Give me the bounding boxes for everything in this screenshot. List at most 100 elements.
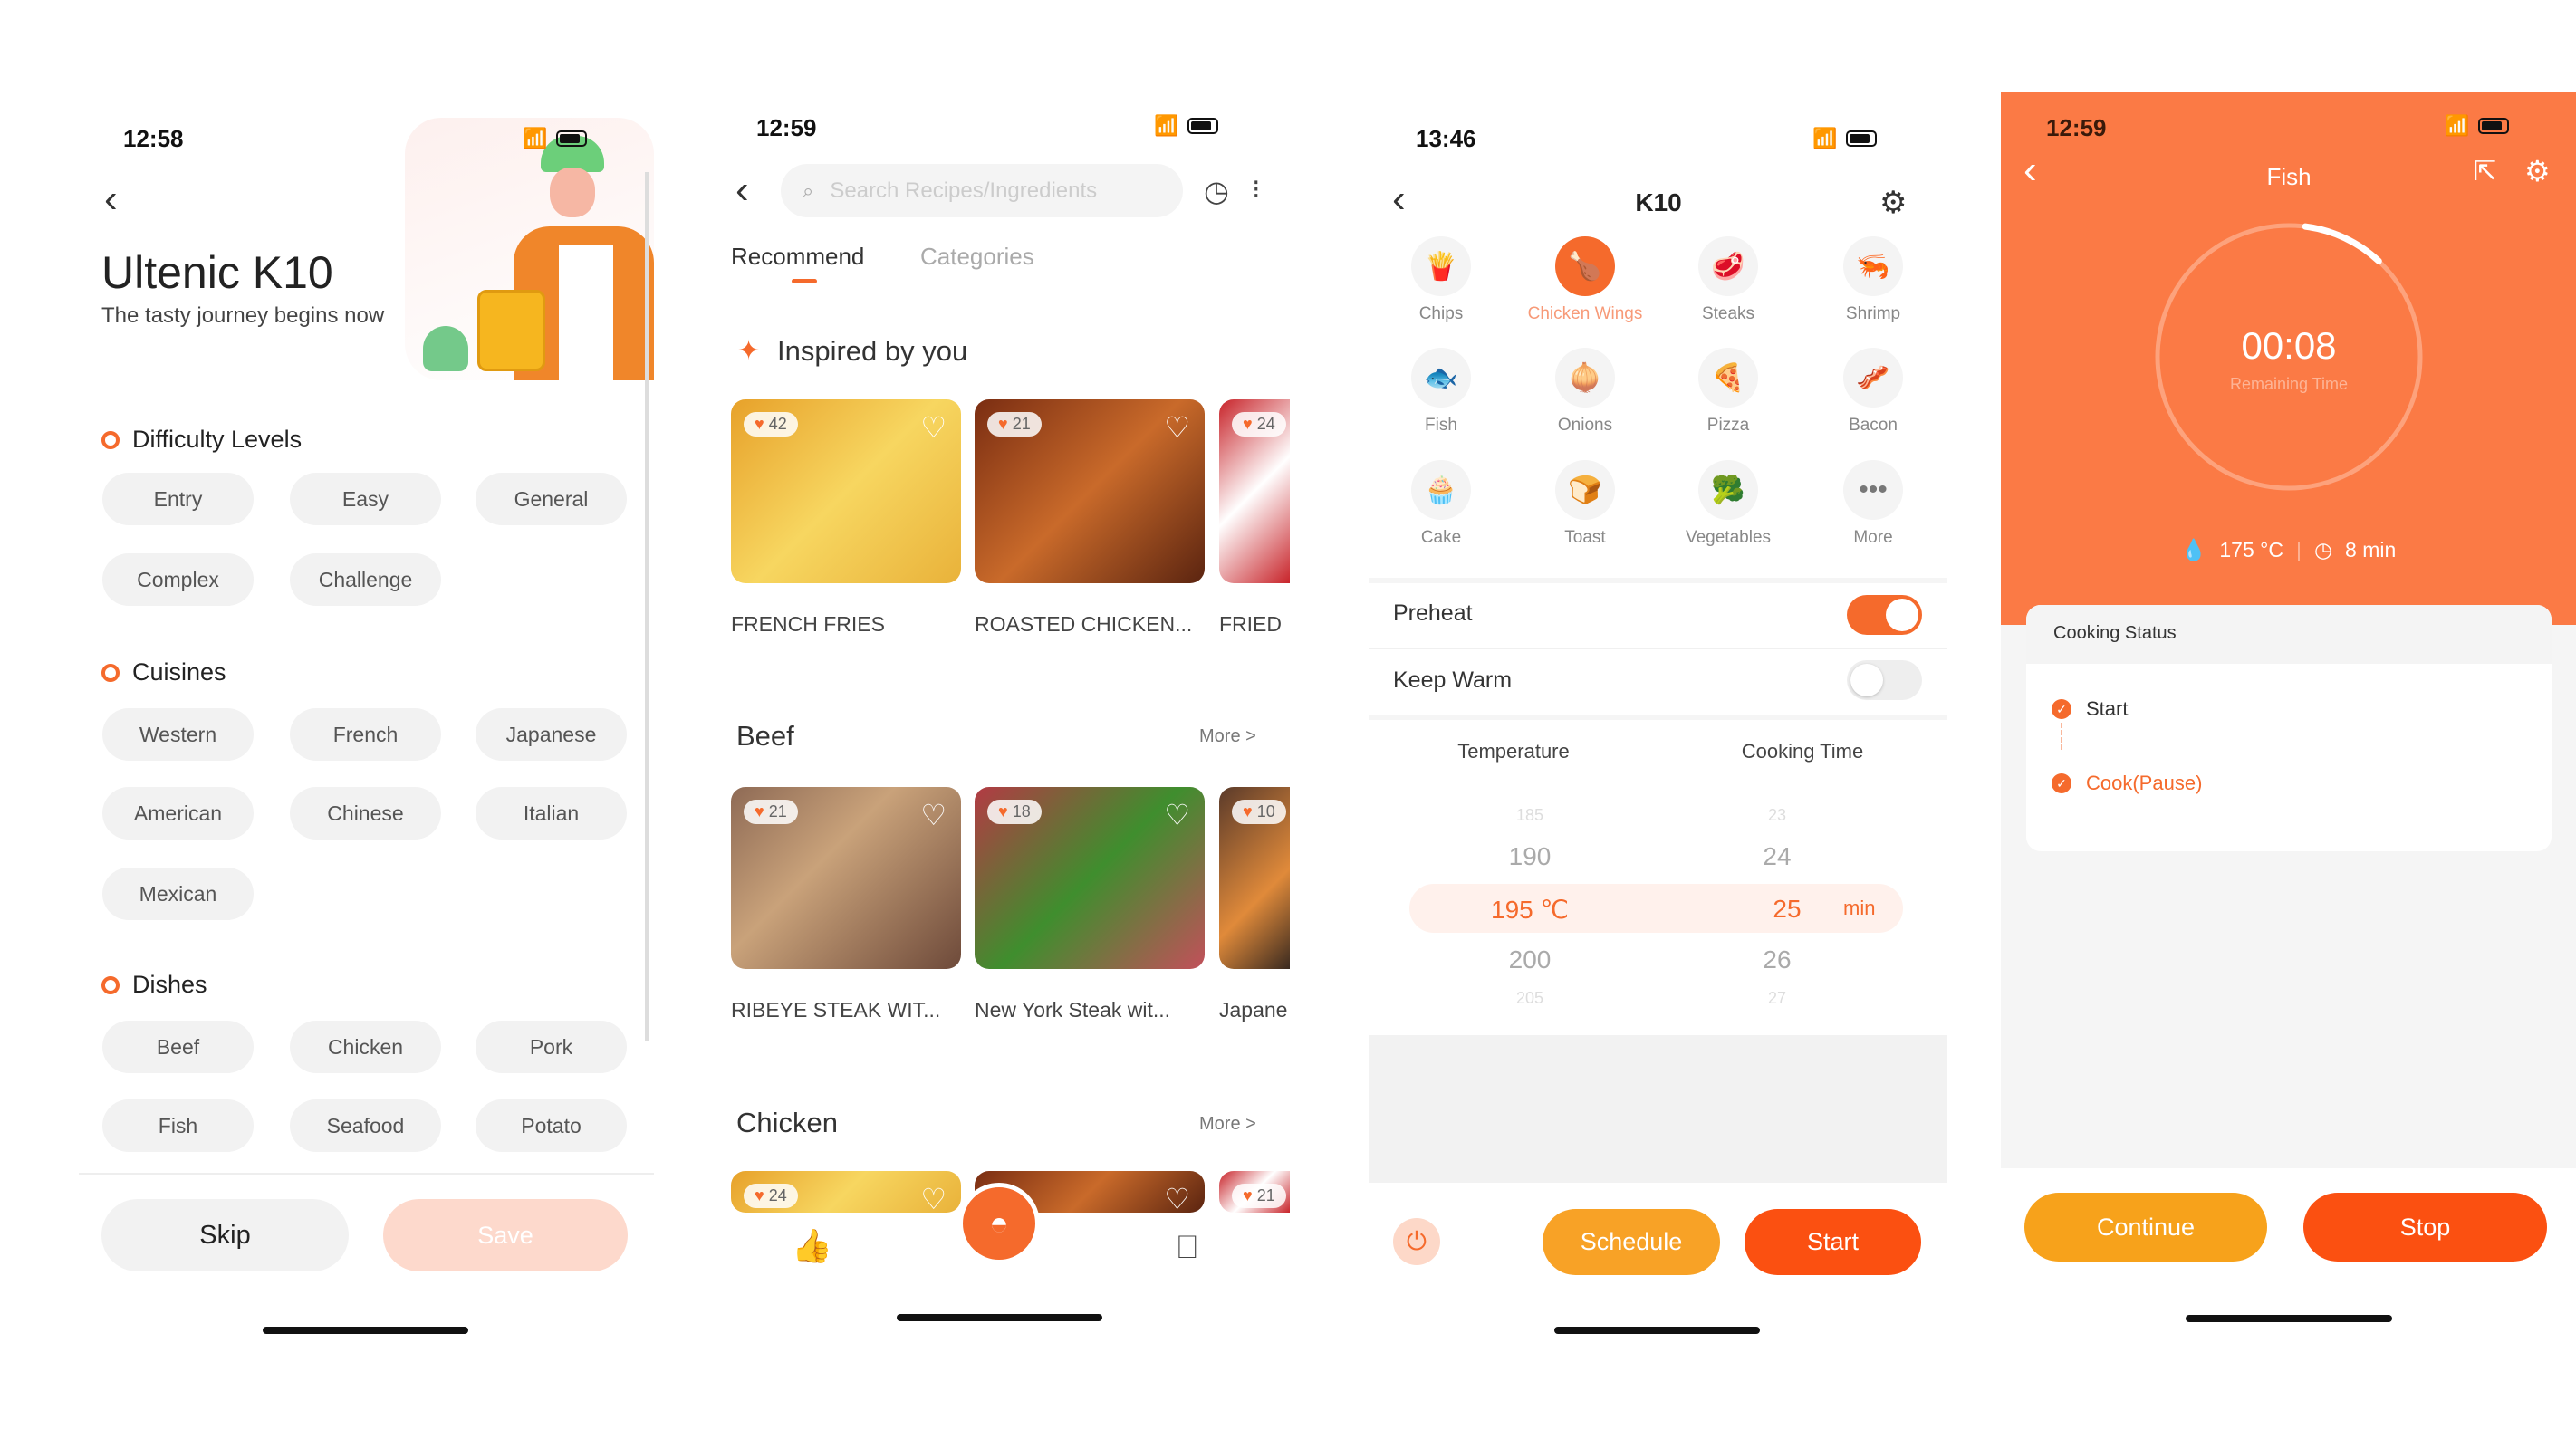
mode-label-steaks[interactable]: Steaks bbox=[1656, 304, 1801, 324]
cook-nav-button[interactable]: ◓ bbox=[958, 1183, 1040, 1264]
chip-italian[interactable]: Italian bbox=[476, 787, 627, 840]
mode-label-more[interactable]: More bbox=[1801, 528, 1946, 548]
share-icon[interactable]: ⇱ bbox=[2474, 156, 2496, 187]
back-button[interactable]: ‹ bbox=[104, 179, 118, 219]
mode-label-shrimp[interactable]: Shrimp bbox=[1801, 304, 1946, 324]
mode-label-onions[interactable]: Onions bbox=[1513, 416, 1658, 436]
scrollbar[interactable] bbox=[645, 172, 649, 1041]
back-button[interactable]: ‹ bbox=[735, 170, 749, 210]
search-input[interactable]: ⌕ Search Recipes/Ingredients bbox=[781, 164, 1183, 217]
chip-beef[interactable]: Beef bbox=[102, 1021, 254, 1073]
recipe-card[interactable]: ♥ 21 ♡ bbox=[731, 787, 961, 969]
chicken-wing-icon[interactable]: 🍗 bbox=[1555, 236, 1615, 296]
minutes-option[interactable]: 27 bbox=[1768, 989, 1786, 1008]
favorite-icon[interactable]: ♡ bbox=[1164, 798, 1190, 832]
recipe-title[interactable]: FRENCH FRIES bbox=[731, 612, 970, 637]
history-icon[interactable]: ◷ bbox=[1204, 174, 1229, 208]
minutes-option[interactable]: 23 bbox=[1768, 806, 1786, 825]
pizza-icon[interactable]: 🍕 bbox=[1698, 348, 1758, 408]
chip-french[interactable]: French bbox=[290, 708, 441, 761]
minutes-option[interactable]: 25 bbox=[1773, 895, 1801, 924]
back-button[interactable]: ‹ bbox=[2023, 150, 2037, 190]
favorite-icon[interactable]: ♡ bbox=[920, 1182, 947, 1213]
mode-label-chips[interactable]: Chips bbox=[1369, 304, 1514, 324]
mode-label-bacon[interactable]: Bacon bbox=[1801, 416, 1946, 436]
chip-fish[interactable]: Fish bbox=[102, 1099, 254, 1152]
onion-icon[interactable]: 🧅 bbox=[1555, 348, 1615, 408]
temperature-option[interactable]: 185 bbox=[1516, 806, 1543, 825]
chip-western[interactable]: Western bbox=[102, 708, 254, 761]
chip-chicken[interactable]: Chicken bbox=[290, 1021, 441, 1073]
more-options-icon[interactable]: ⁝ bbox=[1252, 174, 1261, 206]
fries-icon[interactable]: 🍟 bbox=[1411, 236, 1471, 296]
temperature-option[interactable]: 205 bbox=[1516, 989, 1543, 1008]
chip-general[interactable]: General bbox=[476, 473, 627, 525]
mode-label-cake[interactable]: Cake bbox=[1369, 528, 1514, 548]
recipe-title[interactable]: ROASTED CHICKEN... bbox=[975, 612, 1214, 637]
chip-american[interactable]: American bbox=[102, 787, 254, 840]
recipe-card[interactable]: ♥ 21 ♡ bbox=[975, 399, 1205, 583]
mode-label-pizza[interactable]: Pizza bbox=[1656, 416, 1801, 436]
section-dot-icon bbox=[101, 663, 120, 682]
favorite-icon[interactable]: ♡ bbox=[920, 410, 947, 445]
mode-label-vegetables[interactable]: Vegetables bbox=[1656, 528, 1801, 548]
skip-button[interactable]: Skip bbox=[101, 1199, 349, 1271]
recipe-title[interactable]: New York Steak wit... bbox=[975, 998, 1214, 1022]
beef-more-link[interactable]: More > bbox=[1199, 726, 1256, 747]
shrimp-icon[interactable]: 🦐 bbox=[1843, 236, 1903, 296]
favorite-icon[interactable]: ♡ bbox=[920, 798, 947, 832]
mode-label-fish[interactable]: Fish bbox=[1369, 416, 1514, 436]
recipe-card[interactable]: ♥ 42 ♡ bbox=[731, 399, 961, 583]
chip-japanese[interactable]: Japanese bbox=[476, 708, 627, 761]
schedule-button[interactable]: Schedule bbox=[1543, 1209, 1720, 1275]
stop-button[interactable]: Stop bbox=[2303, 1193, 2547, 1262]
start-button[interactable]: Start bbox=[1745, 1209, 1921, 1275]
temperature-option[interactable]: 195 ℃ bbox=[1491, 895, 1569, 925]
minutes-option[interactable]: 24 bbox=[1763, 842, 1791, 871]
bookmark-nav-icon[interactable]: ⎕ bbox=[1177, 1228, 1197, 1267]
settings-icon[interactable]: ⚙ bbox=[1879, 185, 1907, 221]
chip-easy[interactable]: Easy bbox=[290, 473, 441, 525]
favorite-icon[interactable]: ♡ bbox=[1164, 410, 1190, 445]
tab-categories[interactable]: Categories bbox=[920, 243, 1034, 271]
save-button[interactable]: Save bbox=[383, 1199, 628, 1271]
temperature-option[interactable]: 200 bbox=[1509, 945, 1552, 974]
broccoli-icon[interactable]: 🥦 bbox=[1698, 460, 1758, 520]
back-button[interactable]: ‹ bbox=[1392, 179, 1406, 219]
recipe-card[interactable]: ♥ 21 bbox=[1219, 1171, 1290, 1213]
minutes-option[interactable]: 26 bbox=[1763, 945, 1791, 974]
cake-icon[interactable]: 🧁 bbox=[1411, 460, 1471, 520]
chip-complex[interactable]: Complex bbox=[102, 553, 254, 606]
recipe-title[interactable]: RIBEYE STEAK WIT... bbox=[731, 998, 970, 1022]
preheat-toggle[interactable] bbox=[1847, 595, 1922, 635]
steak-icon[interactable]: 🥩 bbox=[1698, 236, 1758, 296]
continue-button[interactable]: Continue bbox=[2024, 1193, 2267, 1262]
tab-recommend[interactable]: Recommend bbox=[731, 243, 864, 271]
recipe-card[interactable]: ♥ 24 ♡ bbox=[731, 1171, 961, 1213]
keep-warm-toggle[interactable] bbox=[1847, 660, 1922, 700]
chicken-more-link[interactable]: More > bbox=[1199, 1114, 1256, 1135]
recipe-card[interactable]: ♥ 10 bbox=[1219, 787, 1290, 969]
recipe-card[interactable]: ♥ 18 ♡ bbox=[975, 787, 1205, 969]
recommend-nav-icon[interactable]: 👍 bbox=[792, 1227, 832, 1265]
favorite-icon[interactable]: ♡ bbox=[1164, 1182, 1190, 1213]
chip-potato[interactable]: Potato bbox=[476, 1099, 627, 1152]
chip-seafood[interactable]: Seafood bbox=[290, 1099, 441, 1152]
chip-mexican[interactable]: Mexican bbox=[102, 868, 254, 920]
fish-icon[interactable]: 🐟 bbox=[1411, 348, 1471, 408]
chip-chinese[interactable]: Chinese bbox=[290, 787, 441, 840]
recipe-title[interactable]: FRIED bbox=[1219, 612, 1290, 637]
mode-label-chicken-wings[interactable]: Chicken Wings bbox=[1513, 304, 1658, 324]
recipe-card[interactable]: ♥ 24 bbox=[1219, 399, 1290, 583]
power-button[interactable]: ⏻ bbox=[1393, 1218, 1440, 1265]
temperature-option[interactable]: 190 bbox=[1509, 842, 1552, 871]
mode-label-toast[interactable]: Toast bbox=[1513, 528, 1658, 548]
chip-entry[interactable]: Entry bbox=[102, 473, 254, 525]
more-icon[interactable]: ••• bbox=[1843, 460, 1903, 520]
bacon-icon[interactable]: 🥓 bbox=[1843, 348, 1903, 408]
settings-icon[interactable]: ⚙ bbox=[2524, 154, 2551, 188]
chip-pork[interactable]: Pork bbox=[476, 1021, 627, 1073]
toast-icon[interactable]: 🍞 bbox=[1555, 460, 1615, 520]
chip-challenge[interactable]: Challenge bbox=[290, 553, 441, 606]
recipe-title[interactable]: Japane bbox=[1219, 998, 1290, 1022]
